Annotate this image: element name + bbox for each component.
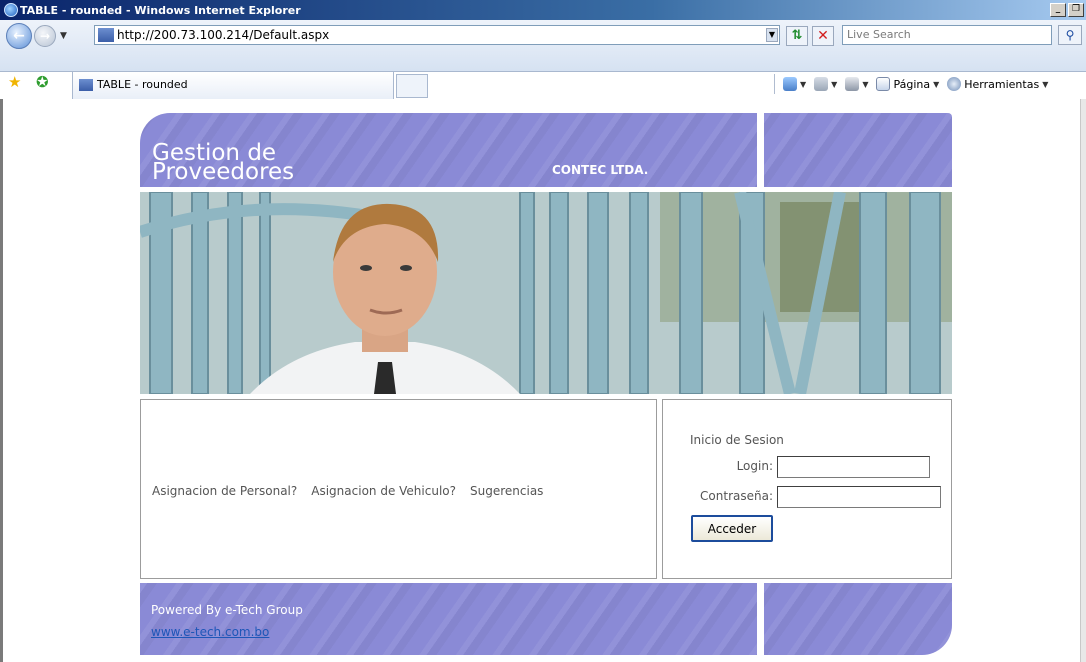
login-label: Login: bbox=[736, 459, 773, 473]
site-title: Gestion de Proveedores bbox=[152, 142, 295, 185]
chevron-down-icon: ▼ bbox=[1042, 79, 1049, 89]
command-bar: ▼ ▼ ▼ Página ▼ Herramientas ▼ bbox=[774, 72, 1048, 96]
print-button[interactable]: ▼ bbox=[845, 77, 868, 91]
tools-menu-label: Herramientas bbox=[964, 77, 1040, 91]
chevron-down-icon: ▼ bbox=[831, 79, 838, 89]
footer-website-link[interactable]: www.e-tech.com.bo bbox=[151, 625, 269, 639]
chevron-down-icon: ▼ bbox=[800, 79, 807, 89]
tab-favicon-icon bbox=[79, 79, 93, 91]
search-button[interactable]: ⚲ bbox=[1058, 25, 1082, 45]
login-input[interactable] bbox=[777, 456, 930, 478]
add-favorites-icon[interactable]: ✪ bbox=[36, 73, 49, 91]
feed-icon bbox=[814, 77, 829, 91]
navigation-panel: Asignacion de Personal? Asignacion de Ve… bbox=[140, 399, 657, 579]
page-menu-button[interactable]: Página ▼ bbox=[876, 77, 939, 91]
vertical-scrollbar[interactable] bbox=[1080, 99, 1086, 662]
refresh-button[interactable]: ⇅ bbox=[786, 26, 808, 46]
login-panel: Inicio de Sesion Login: Contraseña: Acce… bbox=[662, 399, 952, 579]
window-controls: _ ❐ bbox=[1050, 3, 1084, 17]
chevron-down-icon: ▼ bbox=[933, 79, 940, 89]
link-sugerencias[interactable]: Sugerencias bbox=[470, 484, 543, 498]
acceder-button[interactable]: Acceder bbox=[691, 515, 773, 542]
url-text: http://200.73.100.214/Default.aspx bbox=[117, 28, 330, 42]
page-icon bbox=[876, 77, 891, 91]
link-asignacion-vehiculo[interactable]: Asignacion de Vehiculo? bbox=[311, 484, 456, 498]
forward-button[interactable]: → bbox=[34, 25, 56, 47]
company-name: CONTEC LTDA. bbox=[552, 163, 649, 177]
page-favicon-icon bbox=[98, 28, 114, 42]
printer-icon bbox=[845, 77, 860, 91]
home-icon bbox=[783, 77, 797, 91]
banner-photo bbox=[140, 192, 952, 394]
gear-icon bbox=[947, 77, 962, 91]
footer-side-panel bbox=[764, 583, 952, 655]
page-footer: Powered By e-Tech Group www.e-tech.com.b… bbox=[140, 583, 757, 655]
new-tab-button[interactable] bbox=[396, 74, 428, 98]
link-asignacion-personal[interactable]: Asignacion de Personal? bbox=[152, 484, 297, 498]
internet-explorer-icon bbox=[4, 3, 18, 17]
tools-menu-button[interactable]: Herramientas ▼ bbox=[947, 77, 1048, 91]
site-title-line-2: Proveedores bbox=[152, 159, 295, 185]
page-menu-label: Página bbox=[893, 77, 931, 91]
home-button[interactable]: ▼ bbox=[783, 77, 806, 91]
url-dropdown-icon[interactable]: ▼ bbox=[766, 28, 778, 42]
password-label: Contraseña: bbox=[700, 489, 773, 503]
header-side-panel bbox=[764, 113, 952, 187]
history-dropdown-icon[interactable]: ▼ bbox=[60, 31, 67, 41]
page-header: Gestion de Proveedores CONTEC LTDA. bbox=[140, 113, 757, 187]
stop-button[interactable]: ✕ bbox=[812, 26, 834, 46]
window-titlebar: TABLE - rounded - Windows Internet Explo… bbox=[0, 0, 1086, 20]
address-toolbar: ← → ▼ http://200.73.100.214/Default.aspx… bbox=[0, 20, 1086, 72]
banner-illustration bbox=[140, 192, 952, 394]
nav-links: Asignacion de Personal? Asignacion de Ve… bbox=[152, 484, 543, 498]
tab-active[interactable]: TABLE - rounded bbox=[72, 71, 394, 99]
minimize-button[interactable]: _ bbox=[1050, 3, 1066, 17]
command-bar-divider bbox=[774, 74, 775, 94]
feeds-button[interactable]: ▼ bbox=[814, 77, 837, 91]
url-field[interactable]: http://200.73.100.214/Default.aspx bbox=[94, 25, 780, 45]
password-input[interactable] bbox=[777, 486, 941, 508]
powered-by-text: Powered By e-Tech Group bbox=[151, 603, 303, 617]
search-input[interactable]: Live Search bbox=[842, 25, 1052, 45]
favorites-star-icon[interactable]: ★ bbox=[8, 73, 21, 91]
chevron-down-icon: ▼ bbox=[862, 79, 869, 89]
tab-label: TABLE - rounded bbox=[97, 78, 188, 91]
restore-button[interactable]: ❐ bbox=[1068, 3, 1084, 17]
back-button[interactable]: ← bbox=[6, 23, 32, 49]
login-heading: Inicio de Sesion bbox=[690, 433, 784, 447]
window-title: TABLE - rounded - Windows Internet Explo… bbox=[20, 3, 301, 17]
